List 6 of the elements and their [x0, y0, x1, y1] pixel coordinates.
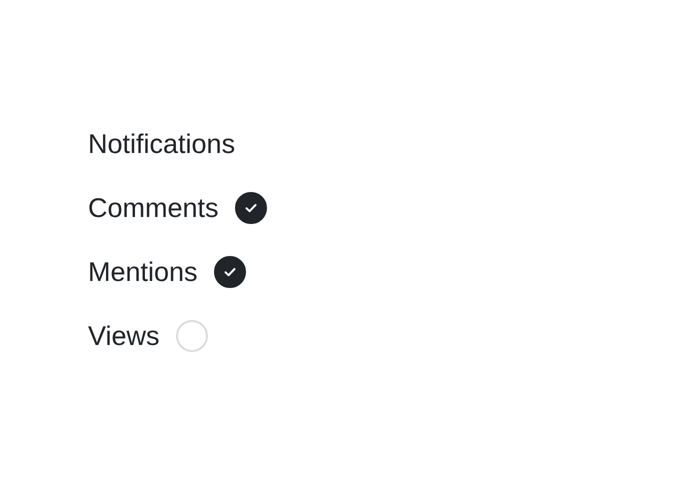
option-label: Comments [88, 192, 219, 225]
option-label: Mentions [88, 256, 198, 289]
checkbox[interactable] [234, 192, 267, 224]
checkbox[interactable] [214, 256, 246, 288]
option-label: Views [88, 320, 160, 353]
section-title: Notifications [88, 128, 236, 161]
